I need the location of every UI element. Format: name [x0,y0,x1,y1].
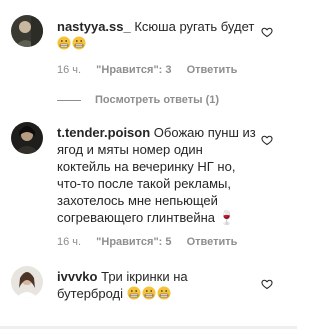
grimacing-face-icon [57,36,71,50]
comment-item: ivvvko Три ікринки на бутерброді [0,262,297,322]
comments-panel: nastyya.ss_ Ксюша ругать будет 16 ч. "Нр… [0,0,297,329]
avatar[interactable] [11,266,43,298]
like-heart-icon[interactable] [261,134,273,146]
like-heart-icon[interactable] [261,26,273,38]
comment-time: 16 ч. [57,236,82,248]
avatar[interactable] [11,15,43,47]
comment-likes[interactable]: "Нравится": 5 [96,236,171,248]
grimacing-face-icon [127,286,141,300]
comment-meta: 16 ч. "Нравится": 3 Ответить [57,64,249,76]
reply-button[interactable]: Ответить [187,64,238,76]
comment-meta: 16 ч. "Нравится": 5 Ответить [57,236,249,248]
view-replies-label: Посмотреть ответы (1) [95,94,220,106]
reply-button[interactable]: Ответить [187,236,238,248]
grimacing-face-icon [157,286,171,300]
comment-item: nastyya.ss_ Ксюша ругать будет 16 ч. "Нр… [0,0,297,90]
grimacing-face-icon [72,36,86,50]
comment-body: nastyya.ss_ Ксюша ругать будет [57,18,257,52]
comment-likes[interactable]: "Нравится": 3 [96,64,171,76]
comment-body: ivvvko Три ікринки на бутерброді [57,268,257,302]
comment-text: Обожаю пунш из ягод и мяты номер один ко… [57,125,256,225]
comment-text: Ксюша ругать будет [134,19,255,34]
comment-username[interactable]: t.tender.poison [57,125,150,140]
comment-item: t.tender.poison Обожаю пунш из ягод и мя… [0,118,297,248]
avatar[interactable] [11,122,43,154]
comment-username[interactable]: nastyya.ss_ [57,19,131,34]
like-heart-icon[interactable] [261,278,273,290]
comment-body: t.tender.poison Обожаю пунш из ягод и мя… [57,124,257,226]
comment-username[interactable]: ivvvko [57,269,97,284]
comment-time: 16 ч. [57,64,82,76]
replies-divider [57,99,81,101]
grimacing-face-icon [142,286,156,300]
view-replies-button[interactable]: Посмотреть ответы (1) [57,94,219,106]
